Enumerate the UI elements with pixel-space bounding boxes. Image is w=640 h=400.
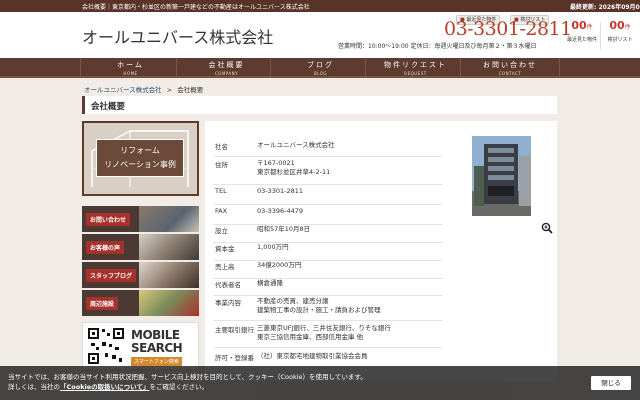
reform-banner[interactable]: リフォーム リノベーション事例 bbox=[82, 121, 199, 196]
main-nav: ホーム HOME 会社概要 COMPANY ブログ BLOG 物件リクエスト R… bbox=[0, 58, 640, 78]
info-row: 資本金 1,000万円 bbox=[213, 243, 443, 261]
compare-count[interactable]: 00件 検討リスト bbox=[602, 20, 638, 44]
business-hours: 営業時間：10:00〜19:00 定休日：毎週火曜日及び毎月第２・第３水曜日 bbox=[338, 43, 537, 50]
facilities-photo bbox=[139, 290, 199, 316]
qr-code-icon bbox=[87, 327, 125, 365]
breadcrumb-separator: > bbox=[166, 86, 173, 94]
nav-contact[interactable]: お問い合わせ CONTACT bbox=[460, 58, 560, 76]
site-description: 会社概要｜東京都内・杉並区の新築一戸建などの不動産はオールユニバース株式会社 bbox=[82, 4, 310, 11]
site-logo[interactable]: オールユニバース株式会社 bbox=[82, 24, 273, 48]
contact-photo bbox=[139, 206, 199, 232]
page-title: 会社概要 bbox=[82, 96, 557, 114]
phone-number[interactable]: 03-3301-2811 bbox=[444, 18, 572, 40]
top-bar: 会社概要｜東京都内・杉並区の新築一戸建などの不動産はオールユニバース株式会社 最… bbox=[0, 0, 640, 12]
cookie-banner: 当サイトでは、お客様の当サイト利用状況把握、サービス向上検討を目的として、クッキ… bbox=[0, 366, 640, 400]
cookie-policy-link[interactable]: 「Cookieの取扱いについて」 bbox=[60, 383, 149, 391]
recent-count[interactable]: 00件 最近見た物件 bbox=[564, 20, 600, 44]
zoom-icon[interactable] bbox=[541, 222, 553, 234]
mobile-search-sub: スマートフォン検索 bbox=[131, 357, 182, 366]
info-row: TEL 03-3301-2811 bbox=[213, 187, 443, 205]
nav-home[interactable]: ホーム HOME bbox=[80, 58, 180, 76]
last-updated: 最終更新: 2026年09月03日 bbox=[570, 4, 640, 11]
info-row: 社名 オールユニバース株式会社 bbox=[213, 141, 443, 157]
mobile-search-title: MOBILE SEARCH bbox=[131, 328, 183, 355]
facilities-banner[interactable]: 周辺施設 bbox=[82, 290, 199, 316]
info-row: 住所 〒167-0021 東京都杉並区井草4-2-11 bbox=[213, 159, 443, 185]
staff-blog-banner[interactable]: スタッフブログ bbox=[82, 262, 199, 288]
info-row: 設立 昭和57年10月8日 bbox=[213, 225, 443, 243]
info-row: 事業内容 不動産の売買、建売分譲 建築物工事の設計・施工・請負および管理 bbox=[213, 297, 443, 321]
voice-banner[interactable]: お客様の声 bbox=[82, 234, 199, 260]
count-divider bbox=[600, 22, 601, 50]
company-info-panel: 社名 オールユニバース株式会社 住所 〒167-0021 東京都杉並区井草4-2-… bbox=[205, 121, 557, 381]
info-row: 主要取引銀行 三菱東京UFJ銀行、三井住友銀行、りそな銀行 東京三協信用金庫、西部… bbox=[213, 324, 443, 348]
mobile-search-banner[interactable]: MOBILE SEARCH スマートフォン検索 bbox=[82, 322, 199, 370]
cookie-close-button[interactable]: 閉じる bbox=[591, 376, 631, 390]
contact-banner[interactable]: お問い合わせ bbox=[82, 206, 199, 232]
info-row: 代表者名 横倉通隆 bbox=[213, 279, 443, 296]
breadcrumb: オールユニバース株式会社 > 会社概要 bbox=[84, 84, 203, 94]
header: オールユニバース株式会社 ■ 最近見た物件 ■ 検討リスト 03-3301-28… bbox=[0, 12, 640, 58]
nav-company[interactable]: 会社概要 COMPANY bbox=[176, 58, 276, 76]
reform-label: リフォーム リノベーション事例 bbox=[96, 139, 184, 177]
info-row: FAX 03-3396-4479 bbox=[213, 207, 443, 225]
info-row: 売上高 34億2000万円 bbox=[213, 261, 443, 279]
cookie-text: 当サイトでは、お客様の当サイト利用状況把握、サービス向上検討を目的として、クッキ… bbox=[8, 373, 367, 391]
office-building-photo[interactable] bbox=[472, 136, 531, 216]
breadcrumb-home-link[interactable]: オールユニバース株式会社 bbox=[84, 86, 162, 94]
info-row: 許可・登録番 （社）東京都宅地建物取引業協会会員 bbox=[215, 352, 368, 362]
breadcrumb-current: 会社概要 bbox=[177, 86, 204, 94]
nav-request[interactable]: 物件リクエスト REQUEST bbox=[365, 58, 465, 76]
nav-blog[interactable]: ブログ BLOG bbox=[270, 58, 370, 76]
voice-photo bbox=[139, 234, 199, 260]
staff-photo bbox=[139, 262, 199, 288]
